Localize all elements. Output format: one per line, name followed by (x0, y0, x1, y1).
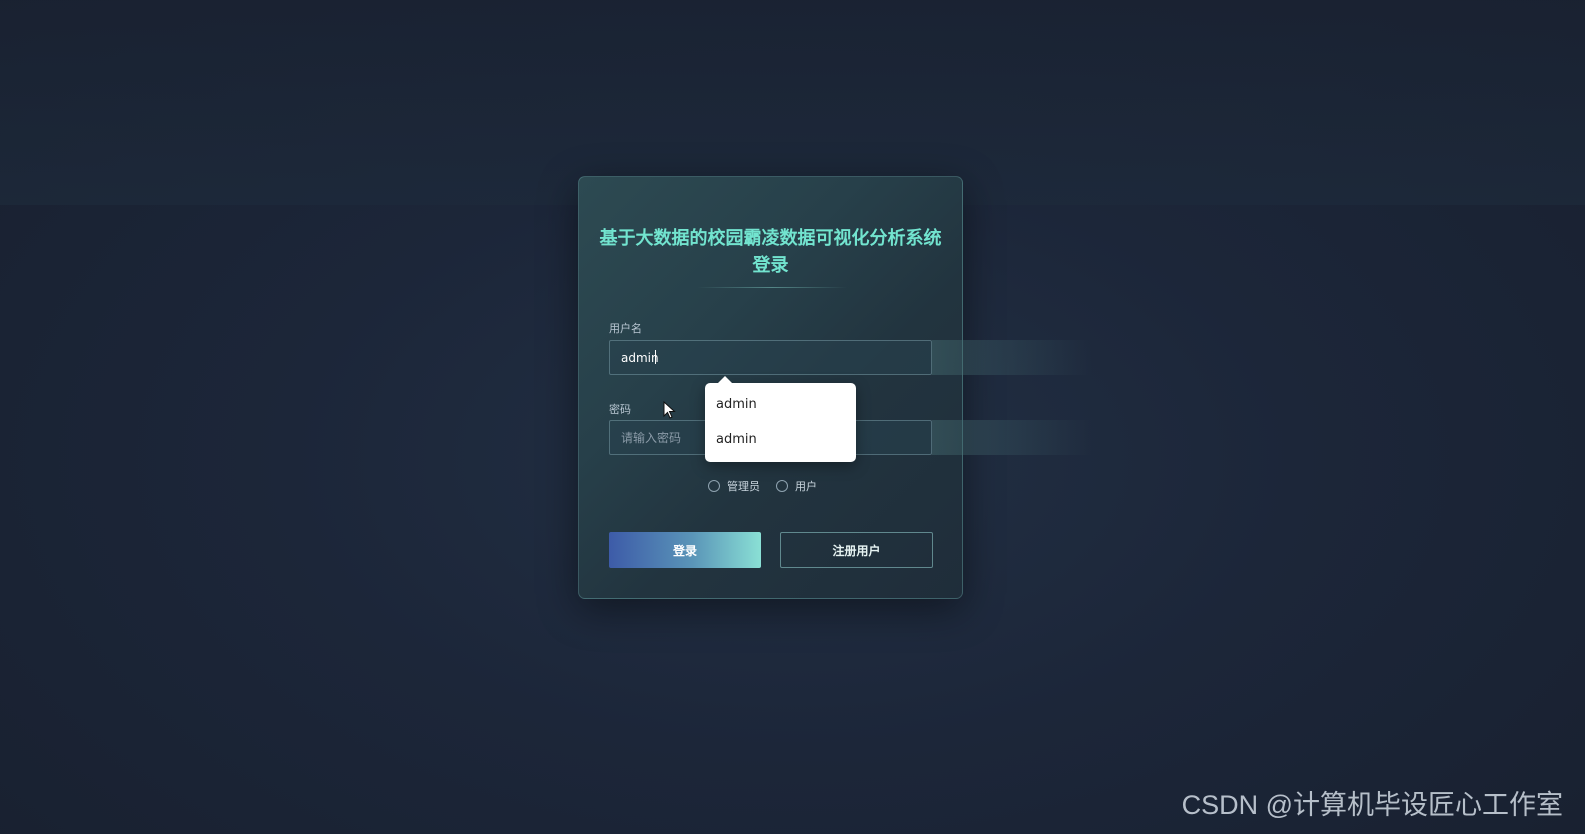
role-radio-group: 管理员 用户 (708, 478, 833, 494)
role-option-admin[interactable]: 管理员 (708, 478, 760, 494)
role-label-user: 用户 (795, 480, 817, 493)
watermark: CSDN @计算机毕设匠心工作室 (1181, 790, 1563, 820)
login-button[interactable]: 登录 (609, 532, 761, 568)
role-label-admin: 管理员 (727, 480, 760, 493)
background-band (0, 0, 1585, 205)
autocomplete-item[interactable]: admin (705, 388, 856, 423)
username-label: 用户名 (609, 322, 642, 335)
text-caret (655, 350, 656, 364)
username-field-glow (932, 340, 1092, 375)
password-label: 密码 (609, 403, 631, 416)
register-button[interactable]: 注册用户 (780, 532, 933, 568)
mouse-pointer-icon (663, 401, 676, 419)
radio-circle-icon[interactable] (776, 480, 788, 492)
role-option-user[interactable]: 用户 (776, 478, 817, 494)
username-input[interactable] (609, 340, 932, 375)
password-field-glow (932, 420, 1092, 455)
login-title: 基于大数据的校园霸凌数据可视化分析系统登录 (599, 228, 942, 276)
autocomplete-dropdown: admin admin (705, 376, 856, 462)
autocomplete-item[interactable]: admin (705, 423, 856, 458)
title-divider (697, 287, 847, 288)
radio-circle-icon[interactable] (708, 480, 720, 492)
